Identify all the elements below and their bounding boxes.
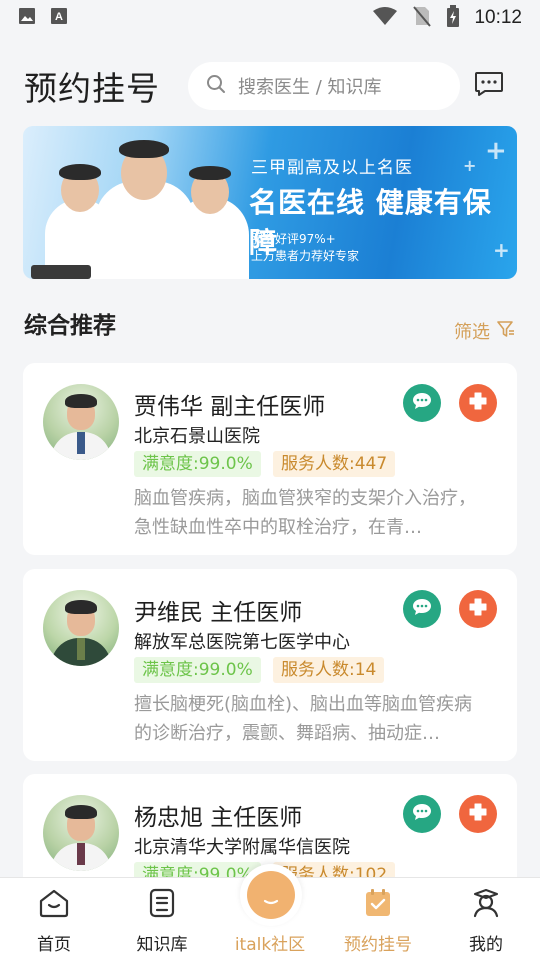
nav-item-appointment[interactable]: 预约挂号 [324,878,432,960]
doctor-hospital: 北京石景山医院 [134,426,260,447]
filter-label: 筛选 [454,322,490,343]
status-bar: A 10:12 [0,0,540,36]
doctor-description: 擅长脑梗死(脑血栓)、脑出血等脑血管疾病的诊断治疗，震颤、舞蹈病、抽动症… [134,694,473,744]
book-appointment-button[interactable] [459,590,497,628]
satisfaction-badge: 满意度:99.0% [134,451,261,477]
image-icon [18,7,36,29]
book-icon [146,886,178,920]
promo-banner[interactable]: + + + 三甲副高及以上名医 名医在线 健康有保障 服务好评97%+ 上万患者… [23,126,517,279]
nav-label-profile: 我的 [469,935,503,955]
nav-label-home: 首页 [37,935,71,955]
nav-item-profile[interactable]: 我的 [432,878,540,960]
wifi-icon [372,6,398,30]
search-placeholder: 搜索医生 / 知识库 [238,77,382,98]
doctor-card[interactable]: 杨忠旭 主任医师 北京清华大学附属华信医院 满意度:99.0% 服务人数:102 [23,774,517,877]
satisfaction-badge: 满意度:99.0% [134,657,261,683]
search-input[interactable]: 搜索医生 / 知识库 [188,62,460,110]
chat-icon [474,71,504,101]
medical-plus-icon [468,597,488,621]
doctor-name: 杨忠旭 主任医师 [134,805,303,831]
chat-bubble-icon [412,598,432,620]
doctor-name: 贾伟华 副主任医师 [134,394,326,420]
nav-label-community: italk社区 [234,935,306,955]
consult-chat-button[interactable] [403,590,441,628]
medical-plus-icon [468,391,488,415]
banner-rating: 服务好评97%+ [251,232,336,246]
section-title: 综合推荐 [24,313,116,339]
doctor-hospital: 北京清华大学附属华信医院 [134,837,350,858]
no-sim-icon [412,5,432,31]
nav-label-appointment: 预约挂号 [344,935,412,955]
doctor-list[interactable]: 贾伟华 副主任医师 北京石景山医院 满意度:99.0% 服务人数:447 脑血管… [23,363,517,877]
doctor-name: 尹维民 主任医师 [134,600,303,626]
battery-charging-icon [446,5,460,31]
served-count-badge: 服务人数:14 [273,657,385,683]
home-icon [37,886,71,920]
bottom-nav: 首页 知识库 italk社区 预约挂号 我的 [0,864,540,960]
chat-bubble-icon [412,392,432,414]
avatar [43,590,119,666]
user-icon [470,886,502,920]
header: 预约挂号 搜索医生 / 知识库 [0,56,540,116]
chat-bubble-icon [412,803,432,825]
doctor-card[interactable]: 尹维民 主任医师 解放军总医院第七医学中心 满意度:99.0% 服务人数:14 … [23,569,517,761]
message-button[interactable] [474,71,504,101]
status-time: 10:12 [474,7,522,28]
doctor-card[interactable]: 贾伟华 副主任医师 北京石景山医院 满意度:99.0% 服务人数:447 脑血管… [23,363,517,555]
search-icon [206,74,226,98]
nav-item-knowledge[interactable]: 知识库 [108,878,216,960]
doctor-description: 脑血管疾病，脑血管狭窄的支架介入治疗，急性缺血性卒中的取栓治疗，在青… [134,488,476,538]
consult-chat-button[interactable] [403,384,441,422]
consult-chat-button[interactable] [403,795,441,833]
banner-subtitle: 三甲副高及以上名医 [251,158,413,178]
filter-button[interactable]: 筛选 [454,318,516,344]
banner-tagline: 上万患者力荐好专家 [251,249,360,263]
nav-item-home[interactable]: 首页 [0,878,108,960]
satisfaction-badge: 满意度:99.0% [134,862,261,877]
page-title: 预约挂号 [24,69,160,108]
book-appointment-button[interactable] [459,795,497,833]
book-appointment-button[interactable] [459,384,497,422]
text-icon: A [50,7,68,29]
served-count-badge: 服务人数:447 [273,451,396,477]
nav-label-knowledge: 知识库 [136,935,188,955]
doctor-hospital: 解放军总医院第七医学中心 [134,632,350,653]
avatar [43,795,119,871]
avatar [43,384,119,460]
community-icon[interactable] [240,864,302,926]
calendar-check-icon [362,886,394,920]
svg-text:A: A [55,11,63,23]
medical-plus-icon [468,802,488,826]
filter-icon [496,319,516,344]
